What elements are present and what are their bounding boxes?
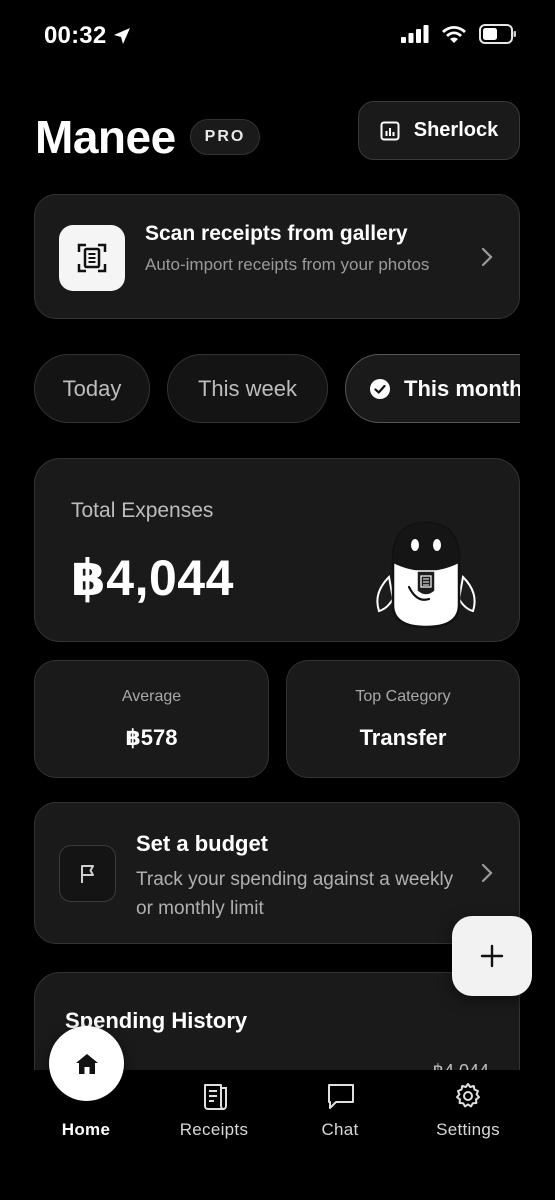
filter-this-month-label: This month [404, 375, 520, 401]
filter-today[interactable]: Today [34, 354, 150, 423]
pro-badge: PRO [190, 119, 260, 155]
tab-chat[interactable]: Chat [280, 1120, 400, 1140]
status-time-text: 00:32 [44, 22, 107, 49]
top-category-card: Top Category Transfer [286, 660, 520, 778]
tab-settings[interactable]: Settings [408, 1120, 528, 1140]
status-bar: 00:32 [0, 0, 555, 72]
tab-receipts[interactable]: Receipts [154, 1120, 274, 1140]
set-budget-card[interactable]: Set a budget Track your spending against… [34, 802, 520, 944]
average-value: ฿578 [125, 725, 178, 750]
location-arrow-icon [114, 28, 131, 44]
top-category-label: Top Category [355, 688, 451, 705]
top-category-value: Transfer [359, 725, 447, 750]
add-expense-button[interactable] [452, 916, 532, 996]
set-budget-title: Set a budget [136, 831, 269, 856]
wifi-icon [442, 26, 466, 43]
status-time: 00:32 [44, 22, 132, 50]
chevron-right-icon [481, 247, 493, 266]
total-expenses-value: ฿4,044 [71, 550, 234, 606]
scan-receipts-subtitle: Auto-import receipts from your photos [145, 255, 430, 274]
app-title: Manee [35, 111, 176, 163]
tab-home[interactable] [49, 1026, 124, 1101]
status-icons [401, 24, 517, 44]
signal-icon [401, 25, 429, 43]
gear-icon[interactable] [454, 1082, 482, 1110]
average-card: Average ฿578 [34, 660, 269, 778]
set-budget-subtitle: Track your spending against a weekly or … [136, 869, 454, 919]
battery-icon [479, 24, 516, 44]
flag-icon [59, 845, 116, 902]
mascot-illustration [376, 521, 476, 629]
sherlock-button[interactable]: Sherlock [358, 101, 520, 160]
scan-receipts-title: Scan receipts from gallery [145, 222, 408, 245]
check-circle-icon [370, 378, 390, 399]
scan-document-icon [59, 225, 125, 291]
period-filter-bar: Today This week This month [34, 354, 520, 424]
chevron-right-icon [481, 863, 493, 883]
filter-this-week[interactable]: This week [167, 354, 328, 423]
total-expenses-label: Total Expenses [71, 499, 214, 522]
total-expenses-card: Total Expenses ฿4,044 [34, 458, 520, 642]
plus-icon [480, 944, 504, 968]
chat-icon[interactable] [326, 1082, 356, 1110]
sherlock-label: Sherlock [413, 119, 499, 141]
report-chart-icon [380, 121, 400, 140]
scan-receipts-card[interactable]: Scan receipts from gallery Auto-import r… [34, 194, 520, 319]
receipt-icon[interactable] [200, 1082, 228, 1112]
home-icon [75, 1053, 98, 1074]
tab-home-label[interactable]: Home [26, 1120, 146, 1140]
filter-this-month[interactable]: This month [345, 354, 520, 423]
average-label: Average [121, 688, 182, 705]
